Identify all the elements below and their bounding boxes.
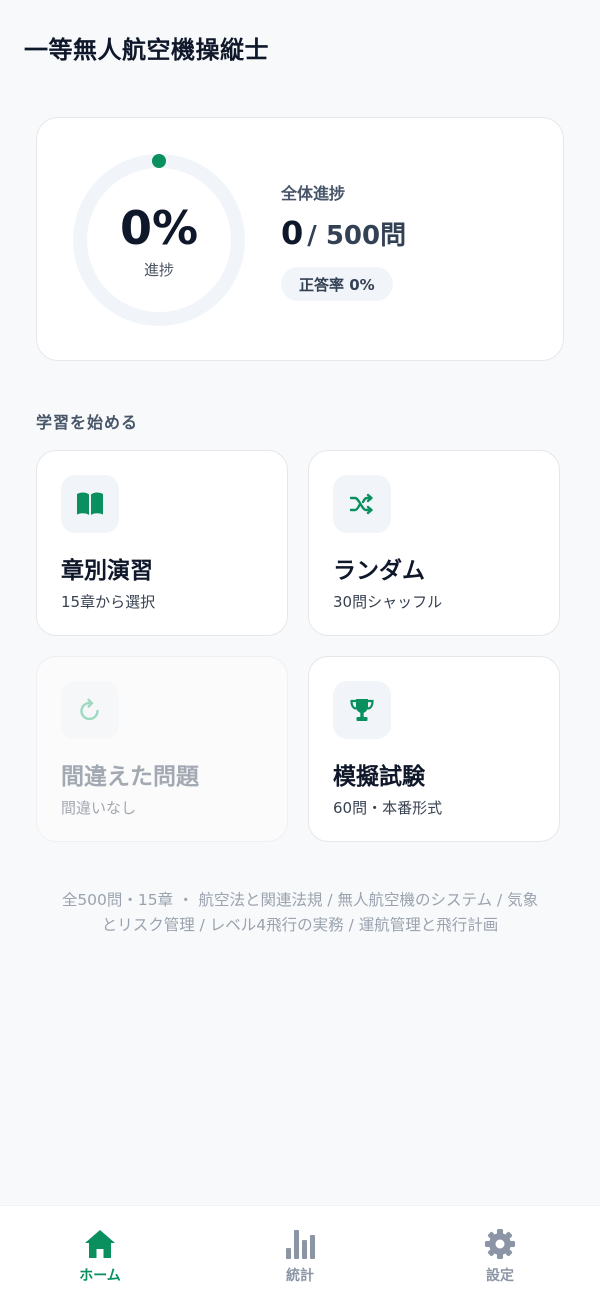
nav-stats-label: 統計 <box>286 1268 314 1284</box>
random-title: ランダム <box>333 558 425 584</box>
chapter-practice-card[interactable]: 章別演習 15章から選択 <box>36 450 288 636</box>
nav-home[interactable]: ホーム <box>0 1206 200 1299</box>
home-icon <box>83 1226 117 1262</box>
total-count: / 500問 <box>307 221 407 251</box>
mock-exam-subtitle: 60問・本番形式 <box>333 799 443 817</box>
progress-ring-text: 0% 進捗 <box>73 154 245 326</box>
course-summary: 全500問・15章 ・ 航空法と関連法規 / 無人航空機のシステム / 気象 と… <box>30 888 570 938</box>
nav-settings[interactable]: 設定 <box>400 1206 600 1299</box>
progress-percent: 0% <box>119 200 199 255</box>
course-summary-line-1: 全500問・15章 ・ 航空法と関連法規 / 無人航空機のシステム / 気象 <box>61 891 539 909</box>
progress-card: 0% 進捗 全体進捗 0/ 500問 正答率 0% <box>36 117 564 361</box>
random-subtitle: 30問シャッフル <box>333 593 443 611</box>
accuracy-badge: 正答率 0% <box>281 267 393 301</box>
bottom-nav: ホーム 統計 設定 <box>0 1205 600 1299</box>
mock-exam-title: 模擬試験 <box>333 764 425 790</box>
app-title: 一等無人航空機操縦士 <box>24 36 269 64</box>
course-summary-line-2: とリスク管理 / レベル4飛行の実務 / 運航管理と飛行計画 <box>101 916 499 934</box>
mock-exam-card[interactable]: 模擬試験 60問・本番形式 <box>308 656 560 842</box>
shuffle-icon <box>333 475 391 533</box>
wrong-answers-card: 間違えた問題 間違いなし <box>36 656 288 842</box>
bar-chart-icon <box>285 1226 315 1262</box>
section-heading: 学習を始める <box>36 413 139 432</box>
nav-home-label: ホーム <box>79 1268 121 1284</box>
refresh-icon <box>61 681 119 739</box>
chapter-practice-title: 章別演習 <box>61 558 153 584</box>
answered-count: 0 <box>281 214 304 252</box>
question-count: 0/ 500問 <box>281 214 406 252</box>
overall-progress-label: 全体進捗 <box>281 184 346 203</box>
nav-stats[interactable]: 統計 <box>200 1206 400 1299</box>
trophy-icon <box>333 681 391 739</box>
open-book-icon <box>61 475 119 533</box>
wrong-answers-subtitle: 間違いなし <box>61 799 137 817</box>
random-card[interactable]: ランダム 30問シャッフル <box>308 450 560 636</box>
nav-settings-label: 設定 <box>486 1268 514 1284</box>
chapter-practice-subtitle: 15章から選択 <box>61 593 156 611</box>
progress-caption: 進捗 <box>143 260 174 279</box>
wrong-answers-title: 間違えた問題 <box>61 764 199 790</box>
gear-icon <box>484 1226 516 1262</box>
